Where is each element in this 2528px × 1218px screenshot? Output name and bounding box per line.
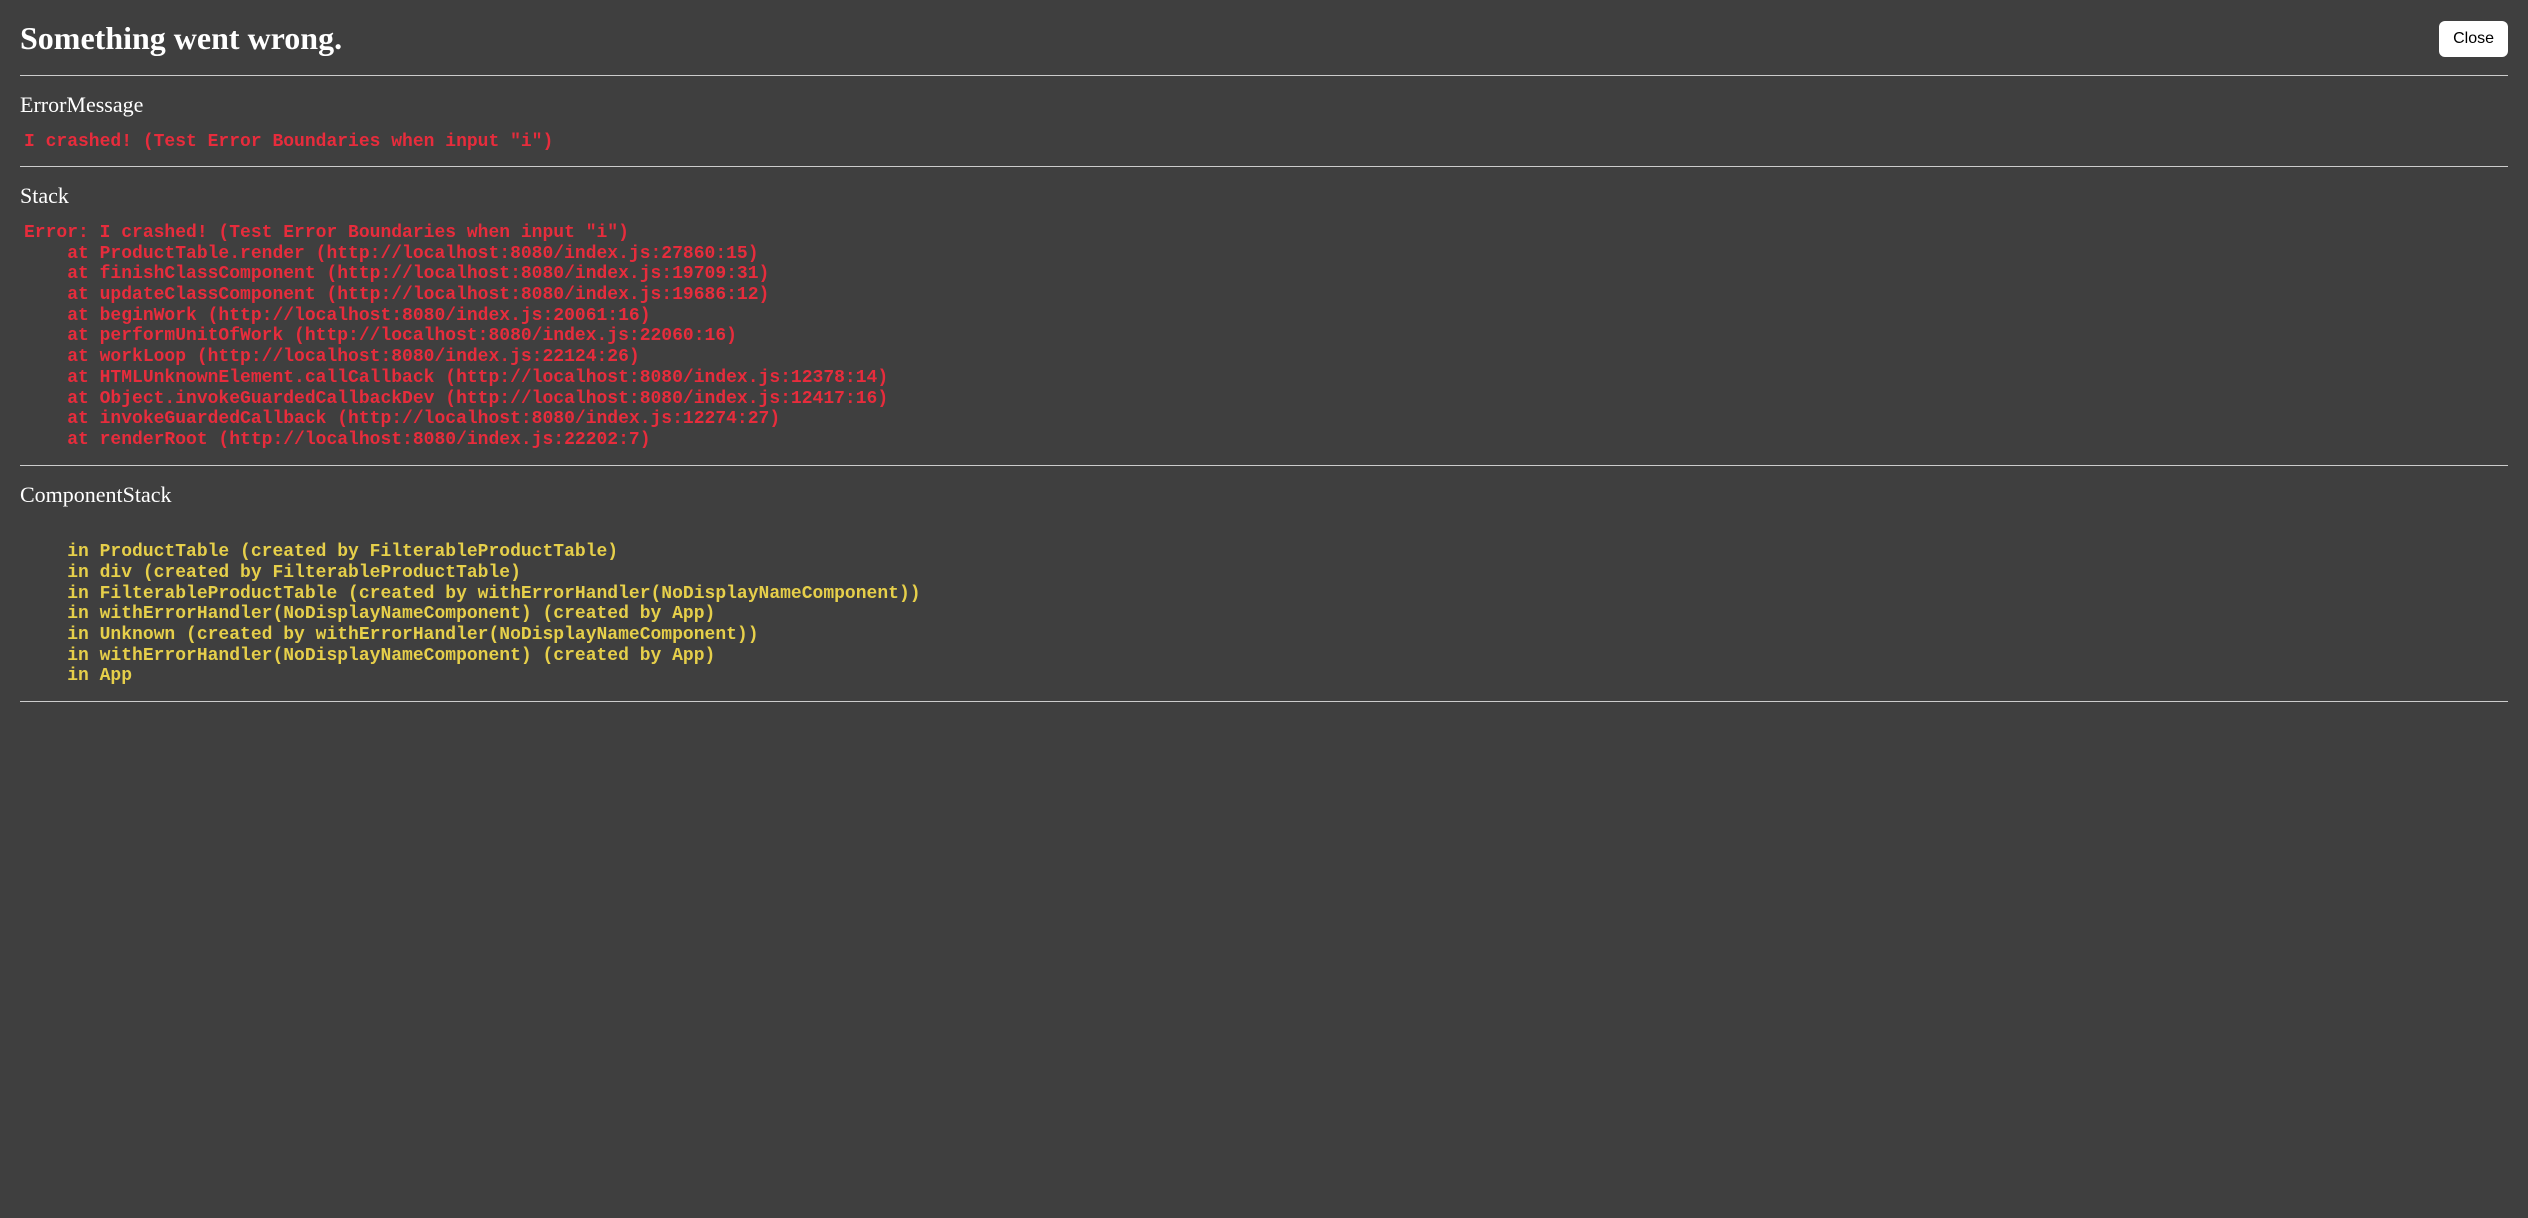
error-message-content: I crashed! (Test Error Boundaries when i… xyxy=(20,132,2508,152)
component-stack-content: in ProductTable (created by FilterablePr… xyxy=(20,522,2508,688)
divider xyxy=(20,701,2508,702)
error-message-heading: ErrorMessage xyxy=(20,92,2508,118)
error-header: Something went wrong. Close xyxy=(20,20,2508,57)
close-button[interactable]: Close xyxy=(2439,21,2508,57)
divider xyxy=(20,465,2508,466)
stack-heading: Stack xyxy=(20,183,2508,209)
divider xyxy=(20,75,2508,76)
page-title: Something went wrong. xyxy=(20,20,342,57)
stack-content: Error: I crashed! (Test Error Boundaries… xyxy=(20,223,2508,451)
divider xyxy=(20,166,2508,167)
component-stack-heading: ComponentStack xyxy=(20,482,2508,508)
